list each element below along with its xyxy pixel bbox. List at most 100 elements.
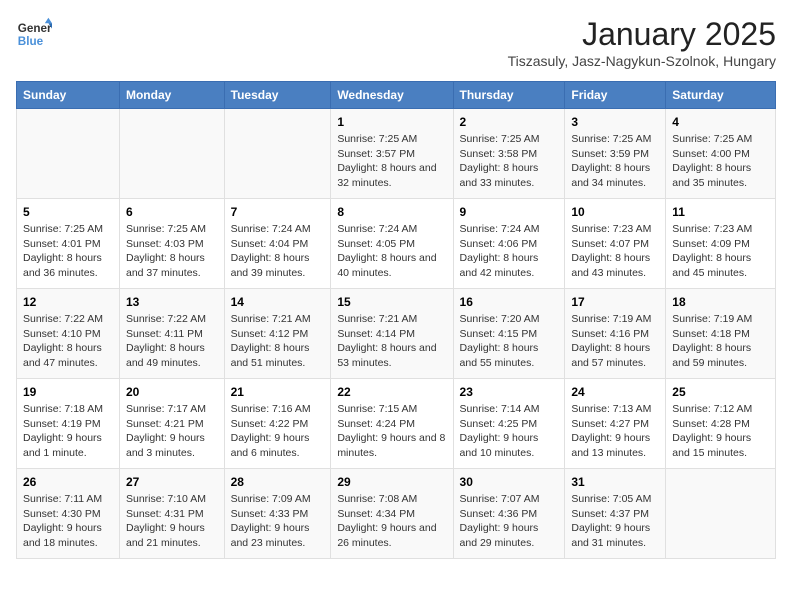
day-detail: Sunrise: 7:25 AM Sunset: 3:58 PM Dayligh… <box>460 132 559 191</box>
calendar-cell: 9 Sunrise: 7:24 AM Sunset: 4:06 PM Daylig… <box>453 199 565 289</box>
day-number: 23 <box>460 385 559 399</box>
day-detail: Sunrise: 7:09 AM Sunset: 4:33 PM Dayligh… <box>231 492 325 551</box>
day-detail: Sunrise: 7:25 AM Sunset: 3:57 PM Dayligh… <box>337 132 446 191</box>
svg-text:Blue: Blue <box>18 35 44 48</box>
day-number: 5 <box>23 205 113 219</box>
column-header-friday: Friday <box>565 82 666 109</box>
day-detail: Sunrise: 7:15 AM Sunset: 4:24 PM Dayligh… <box>337 402 446 461</box>
day-number: 9 <box>460 205 559 219</box>
calendar-week-row: 26Sunrise: 7:11 AM Sunset: 4:30 PM Dayli… <box>17 469 776 559</box>
calendar-cell: 12 Sunrise: 7:22 AM Sunset: 4:10 PM Dayli… <box>17 289 120 379</box>
calendar-cell: 30 Sunrise: 7:07 AM Sunset: 4:36 PM Dayli… <box>453 469 565 559</box>
calendar-cell: 22 Sunrise: 7:15 AM Sunset: 4:24 PM Dayli… <box>331 379 453 469</box>
column-header-saturday: Saturday <box>666 82 776 109</box>
column-header-sunday: Sunday <box>17 82 120 109</box>
calendar-cell: 10Sunrise: 7:23 AM Sunset: 4:07 PM Dayli… <box>565 199 666 289</box>
day-detail: Sunrise: 7:25 AM Sunset: 3:59 PM Dayligh… <box>571 132 659 191</box>
day-number: 15 <box>337 295 446 309</box>
column-header-wednesday: Wednesday <box>331 82 453 109</box>
calendar-cell: 4 Sunrise: 7:25 AM Sunset: 4:00 PM Daylig… <box>666 109 776 199</box>
day-detail: Sunrise: 7:17 AM Sunset: 4:21 PM Dayligh… <box>126 402 218 461</box>
calendar-week-row: 19Sunrise: 7:18 AM Sunset: 4:19 PM Dayli… <box>17 379 776 469</box>
calendar-header-row: SundayMondayTuesdayWednesdayThursdayFrid… <box>17 82 776 109</box>
day-number: 6 <box>126 205 218 219</box>
day-detail: Sunrise: 7:25 AM Sunset: 4:03 PM Dayligh… <box>126 222 218 281</box>
day-detail: Sunrise: 7:22 AM Sunset: 4:11 PM Dayligh… <box>126 312 218 371</box>
day-detail: Sunrise: 7:07 AM Sunset: 4:36 PM Dayligh… <box>460 492 559 551</box>
day-number: 29 <box>337 475 446 489</box>
calendar-week-row: 1 Sunrise: 7:25 AM Sunset: 3:57 PM Daylig… <box>17 109 776 199</box>
day-detail: Sunrise: 7:22 AM Sunset: 4:10 PM Dayligh… <box>23 312 113 371</box>
day-number: 14 <box>231 295 325 309</box>
day-detail: Sunrise: 7:21 AM Sunset: 4:12 PM Dayligh… <box>231 312 325 371</box>
day-detail: Sunrise: 7:20 AM Sunset: 4:15 PM Dayligh… <box>460 312 559 371</box>
day-detail: Sunrise: 7:24 AM Sunset: 4:05 PM Dayligh… <box>337 222 446 281</box>
day-detail: Sunrise: 7:11 AM Sunset: 4:30 PM Dayligh… <box>23 492 113 551</box>
title-section: January 2025 Tiszasuly, Jasz-Nagykun-Szo… <box>508 16 776 69</box>
day-number: 30 <box>460 475 559 489</box>
day-number: 2 <box>460 115 559 129</box>
day-number: 24 <box>571 385 659 399</box>
day-number: 16 <box>460 295 559 309</box>
calendar-cell <box>666 469 776 559</box>
day-detail: Sunrise: 7:21 AM Sunset: 4:14 PM Dayligh… <box>337 312 446 371</box>
calendar-cell: 8Sunrise: 7:24 AM Sunset: 4:05 PM Daylig… <box>331 199 453 289</box>
day-number: 3 <box>571 115 659 129</box>
month-year-title: January 2025 <box>508 16 776 53</box>
calendar-cell <box>119 109 224 199</box>
calendar-cell: 2 Sunrise: 7:25 AM Sunset: 3:58 PM Daylig… <box>453 109 565 199</box>
calendar-cell: 21 Sunrise: 7:16 AM Sunset: 4:22 PM Dayli… <box>224 379 331 469</box>
day-detail: Sunrise: 7:24 AM Sunset: 4:06 PM Dayligh… <box>460 222 559 281</box>
calendar-cell: 17 Sunrise: 7:19 AM Sunset: 4:16 PM Dayli… <box>565 289 666 379</box>
day-detail: Sunrise: 7:25 AM Sunset: 4:00 PM Dayligh… <box>672 132 769 191</box>
calendar-cell: 25Sunrise: 7:12 AM Sunset: 4:28 PM Dayli… <box>666 379 776 469</box>
logo-icon: General Blue <box>16 16 52 52</box>
calendar-cell: 26Sunrise: 7:11 AM Sunset: 4:30 PM Dayli… <box>17 469 120 559</box>
day-number: 27 <box>126 475 218 489</box>
calendar-cell: 1 Sunrise: 7:25 AM Sunset: 3:57 PM Daylig… <box>331 109 453 199</box>
calendar-cell: 27 Sunrise: 7:10 AM Sunset: 4:31 PM Dayli… <box>119 469 224 559</box>
location-subtitle: Tiszasuly, Jasz-Nagykun-Szolnok, Hungary <box>508 53 776 69</box>
calendar-week-row: 12 Sunrise: 7:22 AM Sunset: 4:10 PM Dayli… <box>17 289 776 379</box>
day-detail: Sunrise: 7:16 AM Sunset: 4:22 PM Dayligh… <box>231 402 325 461</box>
calendar-cell: 23Sunrise: 7:14 AM Sunset: 4:25 PM Dayli… <box>453 379 565 469</box>
day-number: 13 <box>126 295 218 309</box>
calendar-cell: 3 Sunrise: 7:25 AM Sunset: 3:59 PM Daylig… <box>565 109 666 199</box>
day-number: 31 <box>571 475 659 489</box>
calendar-cell: 13 Sunrise: 7:22 AM Sunset: 4:11 PM Dayli… <box>119 289 224 379</box>
day-number: 12 <box>23 295 113 309</box>
day-detail: Sunrise: 7:23 AM Sunset: 4:09 PM Dayligh… <box>672 222 769 281</box>
day-number: 1 <box>337 115 446 129</box>
calendar-cell: 19Sunrise: 7:18 AM Sunset: 4:19 PM Dayli… <box>17 379 120 469</box>
day-number: 22 <box>337 385 446 399</box>
calendar-cell: 18Sunrise: 7:19 AM Sunset: 4:18 PM Dayli… <box>666 289 776 379</box>
calendar-cell <box>17 109 120 199</box>
day-detail: Sunrise: 7:12 AM Sunset: 4:28 PM Dayligh… <box>672 402 769 461</box>
day-number: 20 <box>126 385 218 399</box>
day-detail: Sunrise: 7:23 AM Sunset: 4:07 PM Dayligh… <box>571 222 659 281</box>
day-detail: Sunrise: 7:05 AM Sunset: 4:37 PM Dayligh… <box>571 492 659 551</box>
column-header-monday: Monday <box>119 82 224 109</box>
logo: General Blue <box>16 16 52 52</box>
day-detail: Sunrise: 7:24 AM Sunset: 4:04 PM Dayligh… <box>231 222 325 281</box>
svg-text:General: General <box>18 22 52 35</box>
day-detail: Sunrise: 7:19 AM Sunset: 4:16 PM Dayligh… <box>571 312 659 371</box>
day-number: 17 <box>571 295 659 309</box>
calendar-cell: 14 Sunrise: 7:21 AM Sunset: 4:12 PM Dayli… <box>224 289 331 379</box>
column-header-thursday: Thursday <box>453 82 565 109</box>
day-detail: Sunrise: 7:10 AM Sunset: 4:31 PM Dayligh… <box>126 492 218 551</box>
day-detail: Sunrise: 7:13 AM Sunset: 4:27 PM Dayligh… <box>571 402 659 461</box>
calendar-table: SundayMondayTuesdayWednesdayThursdayFrid… <box>16 81 776 559</box>
day-number: 21 <box>231 385 325 399</box>
calendar-cell: 5 Sunrise: 7:25 AM Sunset: 4:01 PM Daylig… <box>17 199 120 289</box>
day-number: 4 <box>672 115 769 129</box>
calendar-cell: 28 Sunrise: 7:09 AM Sunset: 4:33 PM Dayli… <box>224 469 331 559</box>
day-detail: Sunrise: 7:25 AM Sunset: 4:01 PM Dayligh… <box>23 222 113 281</box>
day-number: 28 <box>231 475 325 489</box>
calendar-week-row: 5 Sunrise: 7:25 AM Sunset: 4:01 PM Daylig… <box>17 199 776 289</box>
calendar-cell: 6 Sunrise: 7:25 AM Sunset: 4:03 PM Daylig… <box>119 199 224 289</box>
calendar-cell: 29Sunrise: 7:08 AM Sunset: 4:34 PM Dayli… <box>331 469 453 559</box>
calendar-cell <box>224 109 331 199</box>
day-number: 7 <box>231 205 325 219</box>
calendar-cell: 31 Sunrise: 7:05 AM Sunset: 4:37 PM Dayli… <box>565 469 666 559</box>
